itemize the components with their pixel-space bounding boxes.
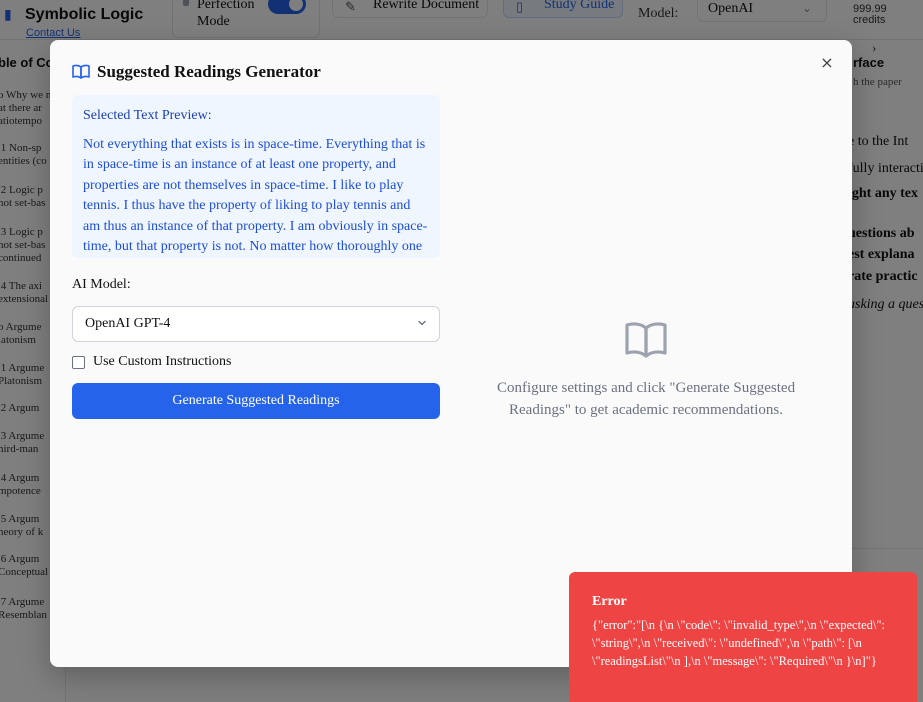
selected-text-preview[interactable]: Selected Text Preview: Not everything th… <box>72 95 440 258</box>
book-open-icon <box>72 64 90 79</box>
error-toast-title: Error <box>592 594 627 609</box>
modal-title: Suggested Readings Generator <box>97 62 321 81</box>
close-button[interactable]: × <box>816 52 838 74</box>
modal-header: Suggested Readings Generator <box>72 61 321 83</box>
chevron-down-icon <box>418 320 426 326</box>
ai-model-select[interactable]: OpenAI GPT-4 <box>72 306 440 342</box>
custom-instructions-checkbox[interactable] <box>72 355 85 369</box>
error-toast-message: {"error":"[\n {\n \"code\": \"invalid_ty… <box>592 618 889 668</box>
empty-state-message: Configure settings and click "Generate S… <box>496 380 796 418</box>
preview-label: Selected Text Preview: <box>83 108 212 123</box>
ai-model-value: OpenAI GPT-4 <box>85 316 171 331</box>
custom-instructions-label[interactable]: Use Custom Instructions <box>93 354 231 370</box>
custom-instructions-row[interactable]: Use Custom Instructions <box>72 353 231 371</box>
preview-text: Not everything that exists is in space-t… <box>83 137 428 255</box>
generate-readings-button[interactable]: Generate Suggested Readings <box>72 383 440 419</box>
book-open-icon <box>625 322 667 358</box>
ai-model-label: AI Model: <box>72 277 131 292</box>
error-toast[interactable]: Error {"error":"[\n {\n \"code\": \"inva… <box>569 572 917 702</box>
